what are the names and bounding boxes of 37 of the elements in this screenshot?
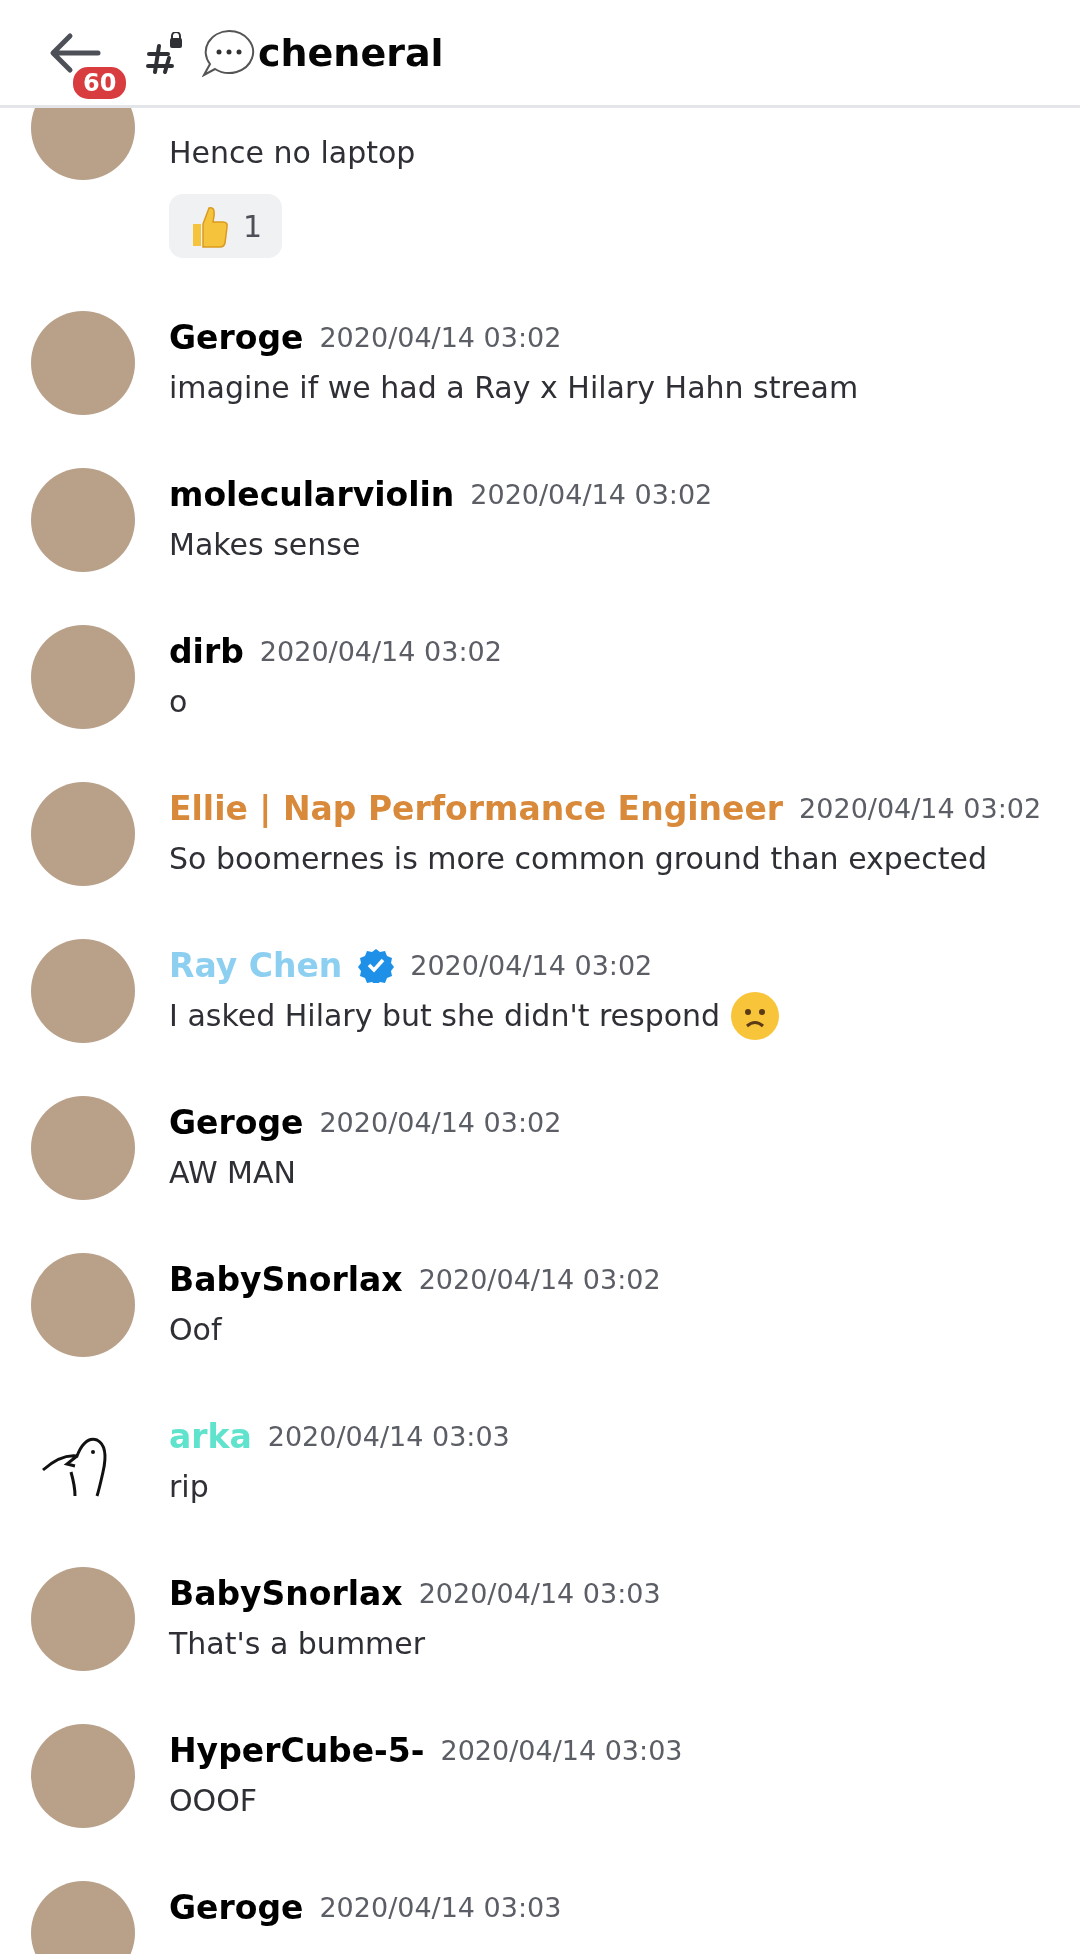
locked-channel-icon <box>146 31 184 74</box>
message-text: rip <box>169 1468 209 1506</box>
message-text: So boomernes is more common ground than expected <box>169 840 988 878</box>
timestamp: 2020/04/14 03:03 <box>418 1577 661 1609</box>
message-text: Hence no laptop <box>169 134 416 172</box>
frowning-face-icon <box>730 991 781 1041</box>
timestamp: 2020/04/14 03:02 <box>418 1263 661 1295</box>
message-text: I asked Hilary but she didn't respond <box>169 997 721 1035</box>
message-text: AW MAN <box>169 1154 296 1192</box>
avatar-photo[interactable] <box>31 1881 135 1954</box>
timestamp: 2020/04/14 03:03 <box>440 1734 683 1766</box>
channel-title: cheneral <box>258 30 444 75</box>
message-text: Makes sense <box>169 526 361 564</box>
author-name[interactable]: BabySnorlax <box>169 1259 403 1299</box>
author-name[interactable]: Geroge <box>169 1887 304 1927</box>
author-name[interactable]: Geroge <box>169 1102 304 1142</box>
timestamp: 2020/04/14 03:02 <box>259 635 502 667</box>
message-text: That's a bummer <box>169 1625 426 1663</box>
speech-bubble-icon <box>202 27 256 78</box>
message-text: imagine if we had a Ray x Hilary Hahn stream <box>169 369 859 407</box>
verified-badge-icon <box>358 947 395 983</box>
timestamp: 2020/04/14 03:02 <box>470 478 713 510</box>
reaction-button[interactable]: 1 <box>169 194 283 258</box>
timestamp: 2020/04/14 03:02 <box>319 321 562 353</box>
author-name[interactable]: dirb <box>169 631 244 671</box>
timestamp: 2020/04/14 03:03 <box>267 1420 510 1452</box>
author-name[interactable]: molecularviolin <box>169 474 455 514</box>
author-name[interactable]: BabySnorlax <box>169 1573 403 1613</box>
timestamp: 2020/04/14 03:02 <box>799 792 1042 824</box>
message-text: Oof <box>169 1311 222 1349</box>
message-text: OOOF <box>169 1782 258 1820</box>
timestamp: 2020/04/14 03:03 <box>319 1891 562 1923</box>
timestamp: 2020/04/14 03:02 <box>319 1106 562 1138</box>
author-name[interactable]: Geroge <box>169 317 304 357</box>
timestamp: 2020/04/14 03:02 <box>410 949 653 981</box>
message-text: o <box>169 683 188 721</box>
author-name[interactable]: HyperCube-5- <box>169 1730 425 1770</box>
